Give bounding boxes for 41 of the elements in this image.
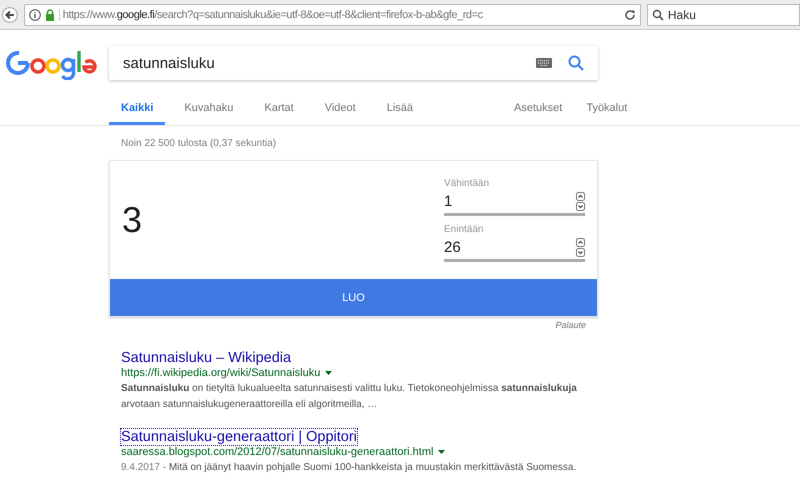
dropdown-caret-icon[interactable] [325, 371, 332, 375]
search-field[interactable]: satunnaisluku [109, 46, 598, 80]
result-title-link[interactable]: Satunnaisluku – Wikipedia [121, 350, 292, 366]
nav-tab[interactable]: Lisää [374, 94, 426, 125]
result-stats: Noin 22 500 tulosta (0,37 sekuntia) [121, 138, 276, 149]
field-label: Vähintään [444, 178, 490, 189]
number-field[interactable]: 1 [444, 192, 576, 210]
nav-tab[interactable]: Kartat [252, 94, 306, 125]
spin-down-icon[interactable] [576, 248, 585, 256]
nav-tab[interactable]: Videot [312, 94, 368, 125]
tool-link[interactable]: Asetukset [502, 94, 574, 125]
spin-down-icon[interactable] [576, 202, 585, 210]
address-bar[interactable]: https://www.google.fi/search?q=satunnaisluku&ie=utf-8&oe=utf-8&client=firefox-b-ab&gfe_rd=c [24, 4, 641, 26]
padlock-icon [44, 8, 55, 20]
result-url: https://fi.wikipedia.org/wiki/Satunnaisluku [121, 367, 320, 379]
feedback-link[interactable]: Palaute [555, 320, 586, 330]
field-label: Enintään [444, 224, 484, 235]
url-text: https://www.google.fi/search?q=satunnaisluku&ie=utf-8&oe=utf-8&client=firefox-b-ab&gfe_rd=c [58, 8, 618, 20]
browser-search-field[interactable]: Haku [646, 4, 800, 26]
keyboard-icon[interactable] [536, 58, 552, 68]
result-snippet: Satunnaisluku on tietyltä lukualueelta satunnaisesti valittu luku. Tietokoneohjelmissa satunnaislukuja arvotaan satunnaislukugeneraattoreilla eli algoritmeilla, … [121, 383, 577, 410]
spin-up-icon[interactable] [576, 192, 585, 200]
search-icon [652, 8, 664, 20]
nav-tab[interactable]: Kaikki [109, 94, 166, 125]
generate-button[interactable]: LUO [110, 279, 597, 316]
tool-link[interactable]: Työkalut [574, 94, 640, 125]
result-title-link[interactable]: Satunnaisluku-generaattori | Oppitori [121, 429, 357, 445]
dropdown-caret-icon[interactable] [438, 450, 446, 454]
reload-icon[interactable] [624, 8, 636, 20]
search-placeholder: Haku [668, 8, 696, 22]
spin-up-icon[interactable] [576, 238, 585, 246]
result-url: saaressa.blogspot.com/2012/07/satunnaisluku-generaattori.html [121, 446, 434, 458]
result-snippet: Mitä on jäänyt haavin pohjalle Suomi 100-hankkeista ja muustakin merkittävästä Suomessa. [168, 462, 576, 473]
info-icon[interactable] [28, 8, 41, 20]
search-icon[interactable] [568, 55, 584, 71]
back-icon[interactable] [2, 6, 18, 22]
number-field[interactable]: 26 [444, 238, 576, 256]
result-date: 9.4.2017 - [121, 462, 166, 473]
random-number: 3 [122, 199, 142, 241]
search-query: satunnaisluku [123, 54, 216, 72]
nav-tab[interactable]: Kuvahaku [172, 94, 246, 125]
